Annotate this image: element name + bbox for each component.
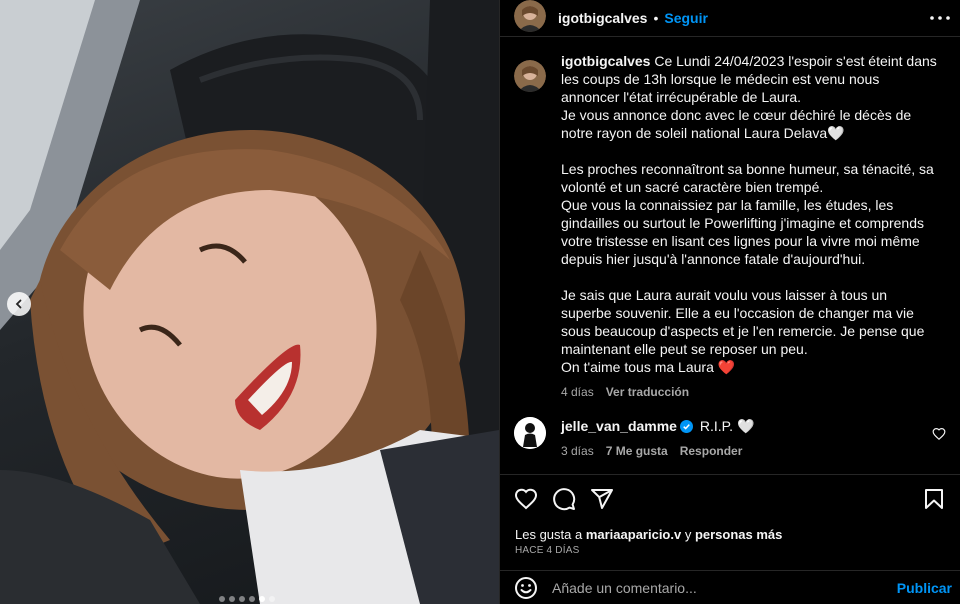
post-photo bbox=[0, 0, 499, 604]
comment-item: jelle_van_damme R.I.P. 🤍 3 días 7 Me gus… bbox=[514, 417, 946, 460]
save-bookmark-icon[interactable] bbox=[922, 487, 946, 511]
caption-age: 4 días bbox=[561, 385, 594, 399]
carousel-dot bbox=[269, 596, 275, 602]
comment-age: 3 días bbox=[561, 444, 594, 458]
caption-line: Je vous annonce donc avec le cœur déchir… bbox=[561, 107, 912, 141]
post-caption: igotbigcalves Ce Lundi 24/04/2023 l'espo… bbox=[514, 52, 946, 401]
caption-meta: 4 días Ver traducción bbox=[561, 383, 941, 401]
verified-badge-icon bbox=[679, 420, 693, 433]
caption-line: Que vous la connaissiez par la famille, … bbox=[561, 197, 924, 267]
comment-like-heart-icon[interactable] bbox=[932, 427, 946, 441]
emoji-smiley-icon[interactable] bbox=[514, 576, 538, 600]
comments-list[interactable]: igotbigcalves Ce Lundi 24/04/2023 l'espo… bbox=[500, 52, 960, 472]
author-avatar[interactable] bbox=[514, 0, 546, 32]
author-username[interactable]: igotbigcalves bbox=[558, 10, 647, 26]
comment-meta: 3 días 7 Me gusta Responder bbox=[561, 442, 921, 460]
share-paper-plane-icon[interactable] bbox=[590, 487, 614, 511]
carousel-dot bbox=[259, 596, 265, 602]
caption-line: Je sais que Laura aurait voulu vous lais… bbox=[561, 287, 925, 357]
see-translation-button[interactable]: Ver traducción bbox=[606, 383, 689, 401]
post-actions-bar bbox=[514, 485, 946, 513]
photo-image bbox=[0, 0, 499, 604]
comment-text: R.I.P. 🤍 bbox=[699, 418, 755, 434]
header-separator: • bbox=[653, 10, 659, 26]
other-likers-link[interactable]: personas más bbox=[695, 527, 782, 542]
like-heart-icon[interactable] bbox=[514, 487, 538, 511]
carousel-previous-button[interactable] bbox=[7, 292, 31, 316]
more-options-icon[interactable] bbox=[928, 6, 952, 30]
caption-line: On t'aime tous ma Laura ❤️ bbox=[561, 359, 736, 375]
post-header: igotbigcalves • Seguir bbox=[500, 0, 960, 37]
post-timestamp[interactable]: HACE 4 DÍAS bbox=[515, 545, 579, 556]
add-comment-bar: Publicar bbox=[500, 570, 960, 604]
reply-button[interactable]: Responder bbox=[680, 442, 743, 460]
caption-spacer bbox=[561, 268, 941, 286]
likes-prefix: Les gusta a bbox=[515, 527, 586, 542]
carousel-dot bbox=[249, 596, 255, 602]
likes-summary: Les gusta a mariaaparicio.v y personas m… bbox=[515, 527, 782, 542]
commenter-username[interactable]: jelle_van_damme bbox=[561, 418, 677, 434]
actions-divider bbox=[500, 474, 960, 475]
caption-username[interactable]: igotbigcalves bbox=[561, 53, 650, 69]
comment-bubble-icon[interactable] bbox=[552, 487, 576, 511]
carousel-indicator bbox=[219, 596, 275, 602]
caption-spacer bbox=[561, 142, 941, 160]
carousel-dot bbox=[239, 596, 245, 602]
carousel-dot bbox=[229, 596, 235, 602]
post-details-panel: igotbigcalves • Seguir igotbigcalves Ce … bbox=[499, 0, 960, 604]
commenter-avatar[interactable] bbox=[514, 417, 546, 449]
caption-text: igotbigcalves Ce Lundi 24/04/2023 l'espo… bbox=[561, 52, 941, 401]
carousel-dot bbox=[219, 596, 225, 602]
caption-avatar[interactable] bbox=[514, 60, 546, 92]
likes-middle: y bbox=[681, 527, 695, 542]
chevron-left-icon bbox=[15, 299, 22, 309]
follow-button[interactable]: Seguir bbox=[664, 10, 708, 26]
post-comment-button[interactable]: Publicar bbox=[897, 580, 952, 596]
comment-body: jelle_van_damme R.I.P. 🤍 3 días 7 Me gus… bbox=[561, 417, 921, 460]
comment-likes-count[interactable]: 7 Me gusta bbox=[606, 442, 668, 460]
caption-line: Les proches reconnaîtront sa bonne humeu… bbox=[561, 161, 934, 195]
liker-username[interactable]: mariaaparicio.v bbox=[586, 527, 681, 542]
comment-input[interactable] bbox=[552, 579, 897, 596]
